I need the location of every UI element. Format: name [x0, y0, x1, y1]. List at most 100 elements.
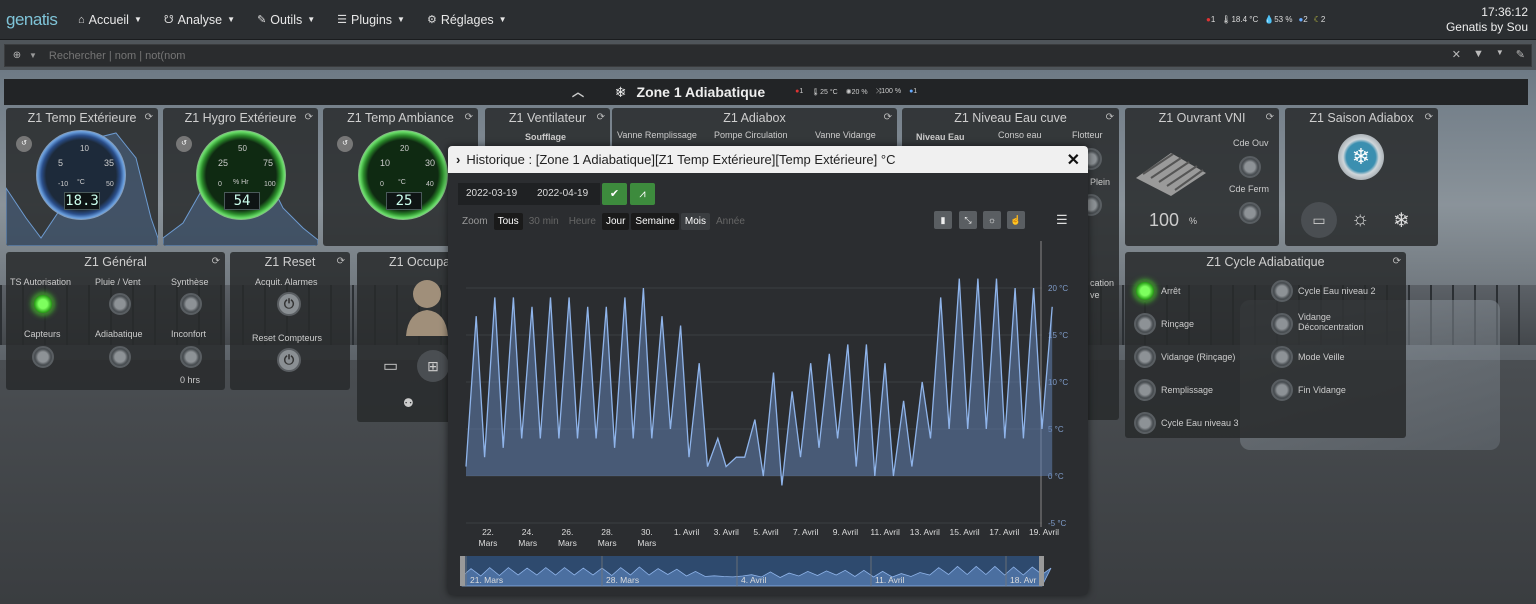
- rincage-led: [1134, 313, 1156, 335]
- menu-outils[interactable]: ✎ Outils ▼: [257, 13, 315, 27]
- zoom-heure[interactable]: Heure: [565, 213, 600, 230]
- menu-plugins[interactable]: ☰ Plugins ▼: [337, 13, 405, 27]
- partial-label: cation: [1090, 278, 1115, 288]
- tile-title: Z1 Temp Extérieure ⟳: [6, 108, 158, 128]
- alarm-status[interactable]: ●1: [1206, 15, 1215, 24]
- zoom-semaine[interactable]: Semaine: [631, 213, 679, 230]
- capteurs-label: Capteurs: [24, 329, 61, 339]
- caret-down-icon[interactable]: ▼: [1496, 48, 1504, 61]
- fin-vidange-label: Fin Vidange: [1298, 385, 1346, 395]
- tile-hygro-exterieure: Z1 Hygro Extérieure ⟳ 54 25 50 75 0 100 %…: [163, 108, 318, 246]
- acquit-alarmes-button[interactable]: ⏻: [277, 292, 301, 316]
- tile-title: Z1 Niveau Eau cuve ⟳: [902, 108, 1119, 128]
- menu-reglages[interactable]: ⚙ Réglages ▼: [427, 13, 507, 27]
- alarm-count: 1: [1210, 15, 1216, 24]
- gauge-tick: 50: [238, 144, 247, 153]
- refresh-icon[interactable]: ⟳: [465, 108, 473, 128]
- refresh-icon[interactable]: ⟳: [597, 108, 605, 128]
- genatis-logo[interactable]: genatis: [6, 10, 68, 30]
- gear-icon: ⚙: [426, 14, 437, 26]
- zoom-annee[interactable]: Année: [712, 213, 749, 230]
- zone-header[interactable]: ︿ ❄ Zone 1 Adiabatique ●1 🌡25 °C ✺20 % ⤨…: [4, 79, 1528, 105]
- hand-pointer-icon[interactable]: ☝: [1007, 211, 1025, 229]
- search-bar: ⊕ ▼ ✕ ▼ ▼ ✎: [4, 44, 1532, 67]
- humidity-status[interactable]: 💧53 %: [1264, 15, 1292, 24]
- screen-mode-button[interactable]: ▭: [1301, 202, 1337, 238]
- filter-icon[interactable]: ▼: [1473, 48, 1484, 61]
- x-tick-label: 1. Avril: [674, 527, 699, 537]
- chevron-down-icon[interactable]: ▼: [29, 51, 37, 60]
- history-icon[interactable]: ↺: [16, 136, 32, 152]
- date-to-input[interactable]: 2022-04-19: [529, 183, 600, 205]
- remplissage-led: [1134, 379, 1156, 401]
- chevron-up-icon[interactable]: ︿: [572, 83, 584, 100]
- vidange-deconcentration-label: Vidange Déconcentration: [1298, 312, 1364, 332]
- gauge-tick: 10: [380, 158, 391, 168]
- users-status[interactable]: ●2: [1298, 15, 1307, 24]
- snowflake-icon[interactable]: ❄: [1393, 208, 1410, 233]
- zone-temp-value: 25 °C: [820, 89, 838, 96]
- refresh-icon[interactable]: ⟳: [1393, 252, 1401, 272]
- tile-title-text: Z1 Temp Ambiance: [347, 111, 454, 125]
- capteurs-led: [32, 346, 54, 368]
- caret-down-icon: ▼: [498, 15, 507, 24]
- zone-users-count: 1: [913, 88, 918, 95]
- gauge-value: 54: [224, 192, 260, 210]
- sun-icon[interactable]: ☼: [1351, 208, 1369, 231]
- gauge-tick: 10: [80, 144, 89, 153]
- validate-button[interactable]: ✔: [602, 183, 627, 205]
- refresh-icon[interactable]: ⟳: [145, 108, 153, 128]
- tile-title: Z1 Hygro Extérieure ⟳: [163, 108, 318, 128]
- refresh-icon[interactable]: ⟳: [884, 108, 892, 128]
- partial-label: ve: [1090, 290, 1100, 300]
- zoom-30min[interactable]: 30 min: [525, 213, 563, 230]
- network-icon[interactable]: ⊞: [417, 350, 449, 382]
- reset-compteurs-button[interactable]: ⏻: [277, 348, 301, 372]
- column-toggle-icon[interactable]: ▮: [934, 211, 952, 229]
- rincage-label: Rinçage: [1161, 319, 1195, 329]
- chart-menu-icon[interactable]: ☰: [1056, 212, 1068, 228]
- zoom-mois[interactable]: Mois: [680, 213, 710, 230]
- screen-icon[interactable]: ▭: [383, 356, 398, 376]
- user-name[interactable]: Genatis by Sou: [1446, 20, 1528, 35]
- cde-ferm-led: [1239, 202, 1261, 224]
- moon-status[interactable]: ☾2: [1314, 15, 1326, 24]
- date-from-input[interactable]: 2022-03-19: [458, 183, 529, 205]
- history-icon[interactable]: ↺: [337, 136, 353, 152]
- cycle-eau-3-label: Cycle Eau niveau 3: [1161, 418, 1239, 428]
- menu-accueil[interactable]: ⌂ Accueil ▼: [78, 13, 142, 27]
- zoom-label: Zoom: [462, 216, 488, 227]
- refresh-icon[interactable]: ⟳: [305, 108, 313, 128]
- x-tick-label: 13. Avril: [910, 527, 940, 537]
- gauge-value: 25: [386, 192, 422, 210]
- refresh-icon[interactable]: ⟳: [212, 252, 220, 272]
- menu-analyse[interactable]: ☋ Analyse ▼: [164, 13, 235, 27]
- tile-ventilateur: Z1 Ventilateur ⟳ Soufflage: [485, 108, 610, 148]
- tile-temp-exterieure: Z1 Temp Extérieure ⟳ 18.3 5 10 35 -10 50 …: [6, 108, 158, 246]
- x-tick-label: 26.: [562, 527, 574, 537]
- soufflage-label: Soufflage: [525, 132, 567, 142]
- tile-cycle-adiabatique: Z1 Cycle Adiabatique ⟳ Arrêt Rinçage Vida…: [1125, 252, 1406, 438]
- search-input[interactable]: [48, 49, 1429, 62]
- zoom-tous[interactable]: Tous: [493, 213, 523, 230]
- gauge-tick: 75: [263, 158, 274, 168]
- refresh-icon[interactable]: ⟳: [337, 252, 345, 272]
- history-icon[interactable]: ↺: [176, 136, 192, 152]
- tile-title: Z1 Saison Adiabox ⟳: [1285, 108, 1438, 128]
- edit-icon[interactable]: ✎: [1516, 48, 1525, 61]
- tile-title: Z1 Reset ⟳: [230, 252, 350, 272]
- x-tick-label: Mars: [598, 538, 617, 548]
- refresh-icon[interactable]: ⟳: [1106, 108, 1114, 128]
- refresh-icon[interactable]: ⟳: [1425, 108, 1433, 128]
- resize-icon[interactable]: ⤡: [959, 211, 977, 229]
- clear-icon[interactable]: ✕: [1452, 48, 1461, 61]
- temp-status[interactable]: 🌡18.4 °C: [1221, 15, 1258, 24]
- close-icon[interactable]: ✕: [1067, 150, 1080, 170]
- zoom-jour[interactable]: Jour: [601, 213, 630, 230]
- sun-toggle-icon[interactable]: ☼: [983, 211, 1001, 229]
- chart-compare-button[interactable]: ⩘: [630, 183, 655, 205]
- refresh-icon[interactable]: ⟳: [1266, 108, 1274, 128]
- add-circle-icon[interactable]: ⊕: [5, 50, 29, 61]
- chevron-right-icon[interactable]: ›: [456, 152, 460, 167]
- tile-adiabox: Z1 Adiabox ⟳ Vanne Remplissage Pompe Circ…: [612, 108, 897, 148]
